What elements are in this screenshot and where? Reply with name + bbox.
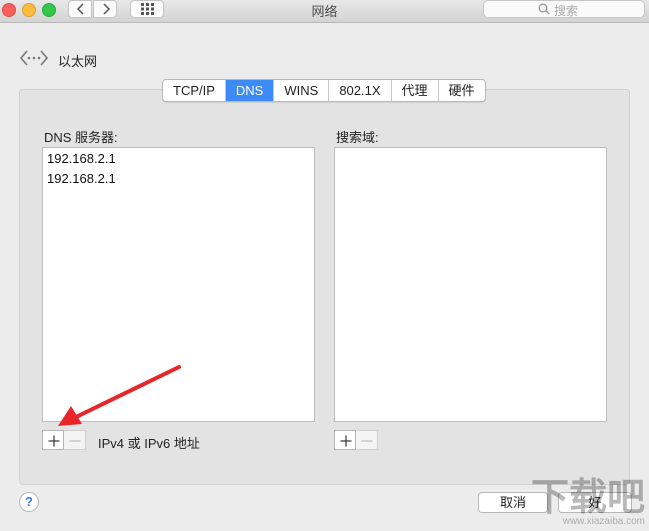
search-icon — [538, 3, 550, 15]
ethernet-icon — [19, 50, 49, 66]
annotation-arrow-icon — [58, 365, 181, 426]
help-button[interactable]: ? — [19, 492, 39, 512]
search-placeholder: 搜索 — [554, 4, 579, 18]
dns-address-hint: IPv4 或 IPv6 地址 — [98, 436, 200, 451]
connection-label: 以太网 — [58, 54, 98, 69]
watermark: 下载吧 www.xiazaiba.com — [530, 474, 645, 528]
tab-hardware[interactable]: 硬件 — [439, 80, 485, 101]
tab-8021x[interactable]: 802.1X — [329, 80, 392, 101]
remove-search-domain-button[interactable] — [356, 430, 378, 450]
search-input[interactable]: 搜索 — [483, 0, 645, 18]
add-search-domain-button[interactable] — [334, 430, 356, 450]
remove-dns-server-button[interactable] — [64, 430, 86, 450]
plus-icon — [340, 435, 352, 447]
watermark-logo: 下载吧 — [530, 474, 645, 519]
minus-icon — [69, 440, 81, 442]
tab-wins[interactable]: WINS — [274, 80, 330, 101]
tab-bar: TCP/IP DNS WINS 802.1X 代理 硬件 — [162, 79, 486, 102]
minus-icon — [361, 440, 373, 442]
dns-servers-label: DNS 服务器: — [44, 130, 118, 145]
plus-icon — [48, 435, 60, 447]
add-dns-server-button[interactable] — [42, 430, 64, 450]
list-item[interactable]: 192.168.2.1 — [47, 151, 116, 166]
title-bar: 网络 搜索 — [0, 0, 649, 23]
tab-proxy[interactable]: 代理 — [392, 80, 439, 101]
tab-dns[interactable]: DNS — [225, 80, 275, 101]
list-item[interactable]: 192.168.2.1 — [47, 171, 116, 186]
search-domains-list[interactable] — [334, 147, 607, 422]
tab-tcpip[interactable]: TCP/IP — [163, 80, 226, 101]
search-domains-label: 搜索域: — [336, 130, 379, 145]
